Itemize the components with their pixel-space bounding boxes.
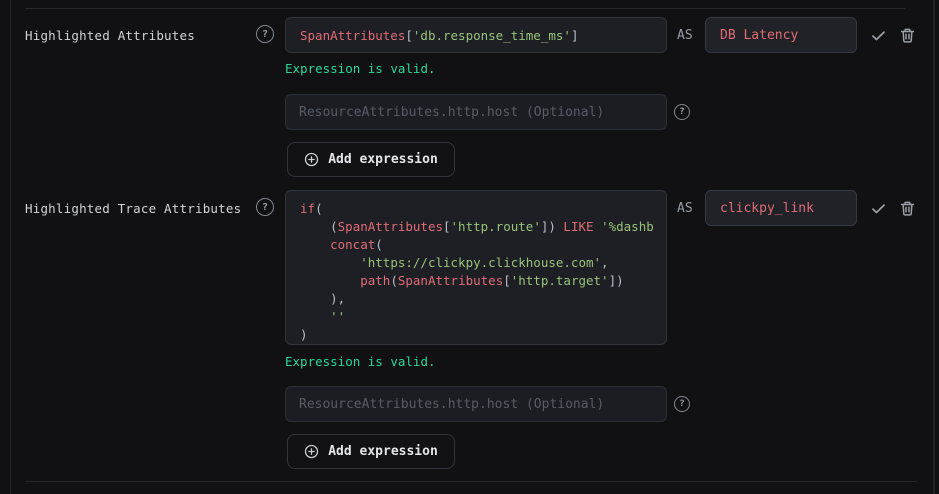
help-icon[interactable]: ? <box>256 25 274 43</box>
trace-alias-input[interactable] <box>705 190 857 226</box>
circle-plus-icon <box>304 152 319 167</box>
add-expression-label: Add expression <box>328 444 438 459</box>
attribute-expression-input[interactable]: SpanAttributes['db.response_time_ms'] <box>285 17 667 53</box>
as-keyword-label: AS <box>677 28 693 43</box>
help-icon[interactable]: ? <box>674 104 690 120</box>
section-divider-top <box>25 8 905 9</box>
resource-attribute-input[interactable] <box>285 386 667 422</box>
trace-expression-editor[interactable]: if( (SpanAttributes['http.route']) LIKE … <box>285 190 667 345</box>
attribute-alias-input[interactable] <box>705 17 857 53</box>
expression-valid-message: Expression is valid. <box>285 354 436 369</box>
add-expression-button[interactable]: Add expression <box>287 434 455 469</box>
trash-icon <box>899 200 916 217</box>
circle-plus-icon <box>304 444 319 459</box>
section-divider-bottom <box>25 481 917 482</box>
highlighted-trace-attributes-label: Highlighted Trace Attributes <box>25 201 241 216</box>
delete-expression-button[interactable] <box>898 199 916 217</box>
confirm-expression-button[interactable] <box>869 199 887 217</box>
add-expression-label: Add expression <box>328 152 438 167</box>
confirm-expression-button[interactable] <box>869 26 887 44</box>
check-icon <box>870 27 887 44</box>
delete-expression-button[interactable] <box>898 26 916 44</box>
resource-attribute-input[interactable] <box>285 94 667 130</box>
panel-left-border <box>10 0 11 494</box>
help-icon[interactable]: ? <box>256 198 274 216</box>
expression-valid-message: Expression is valid. <box>285 61 436 76</box>
highlighted-attributes-label: Highlighted Attributes <box>25 28 195 43</box>
panel-right-border <box>933 0 935 494</box>
as-keyword-label: AS <box>677 201 693 216</box>
help-icon[interactable]: ? <box>674 396 690 412</box>
check-icon <box>870 200 887 217</box>
add-expression-button[interactable]: Add expression <box>287 142 455 177</box>
trash-icon <box>899 27 916 44</box>
